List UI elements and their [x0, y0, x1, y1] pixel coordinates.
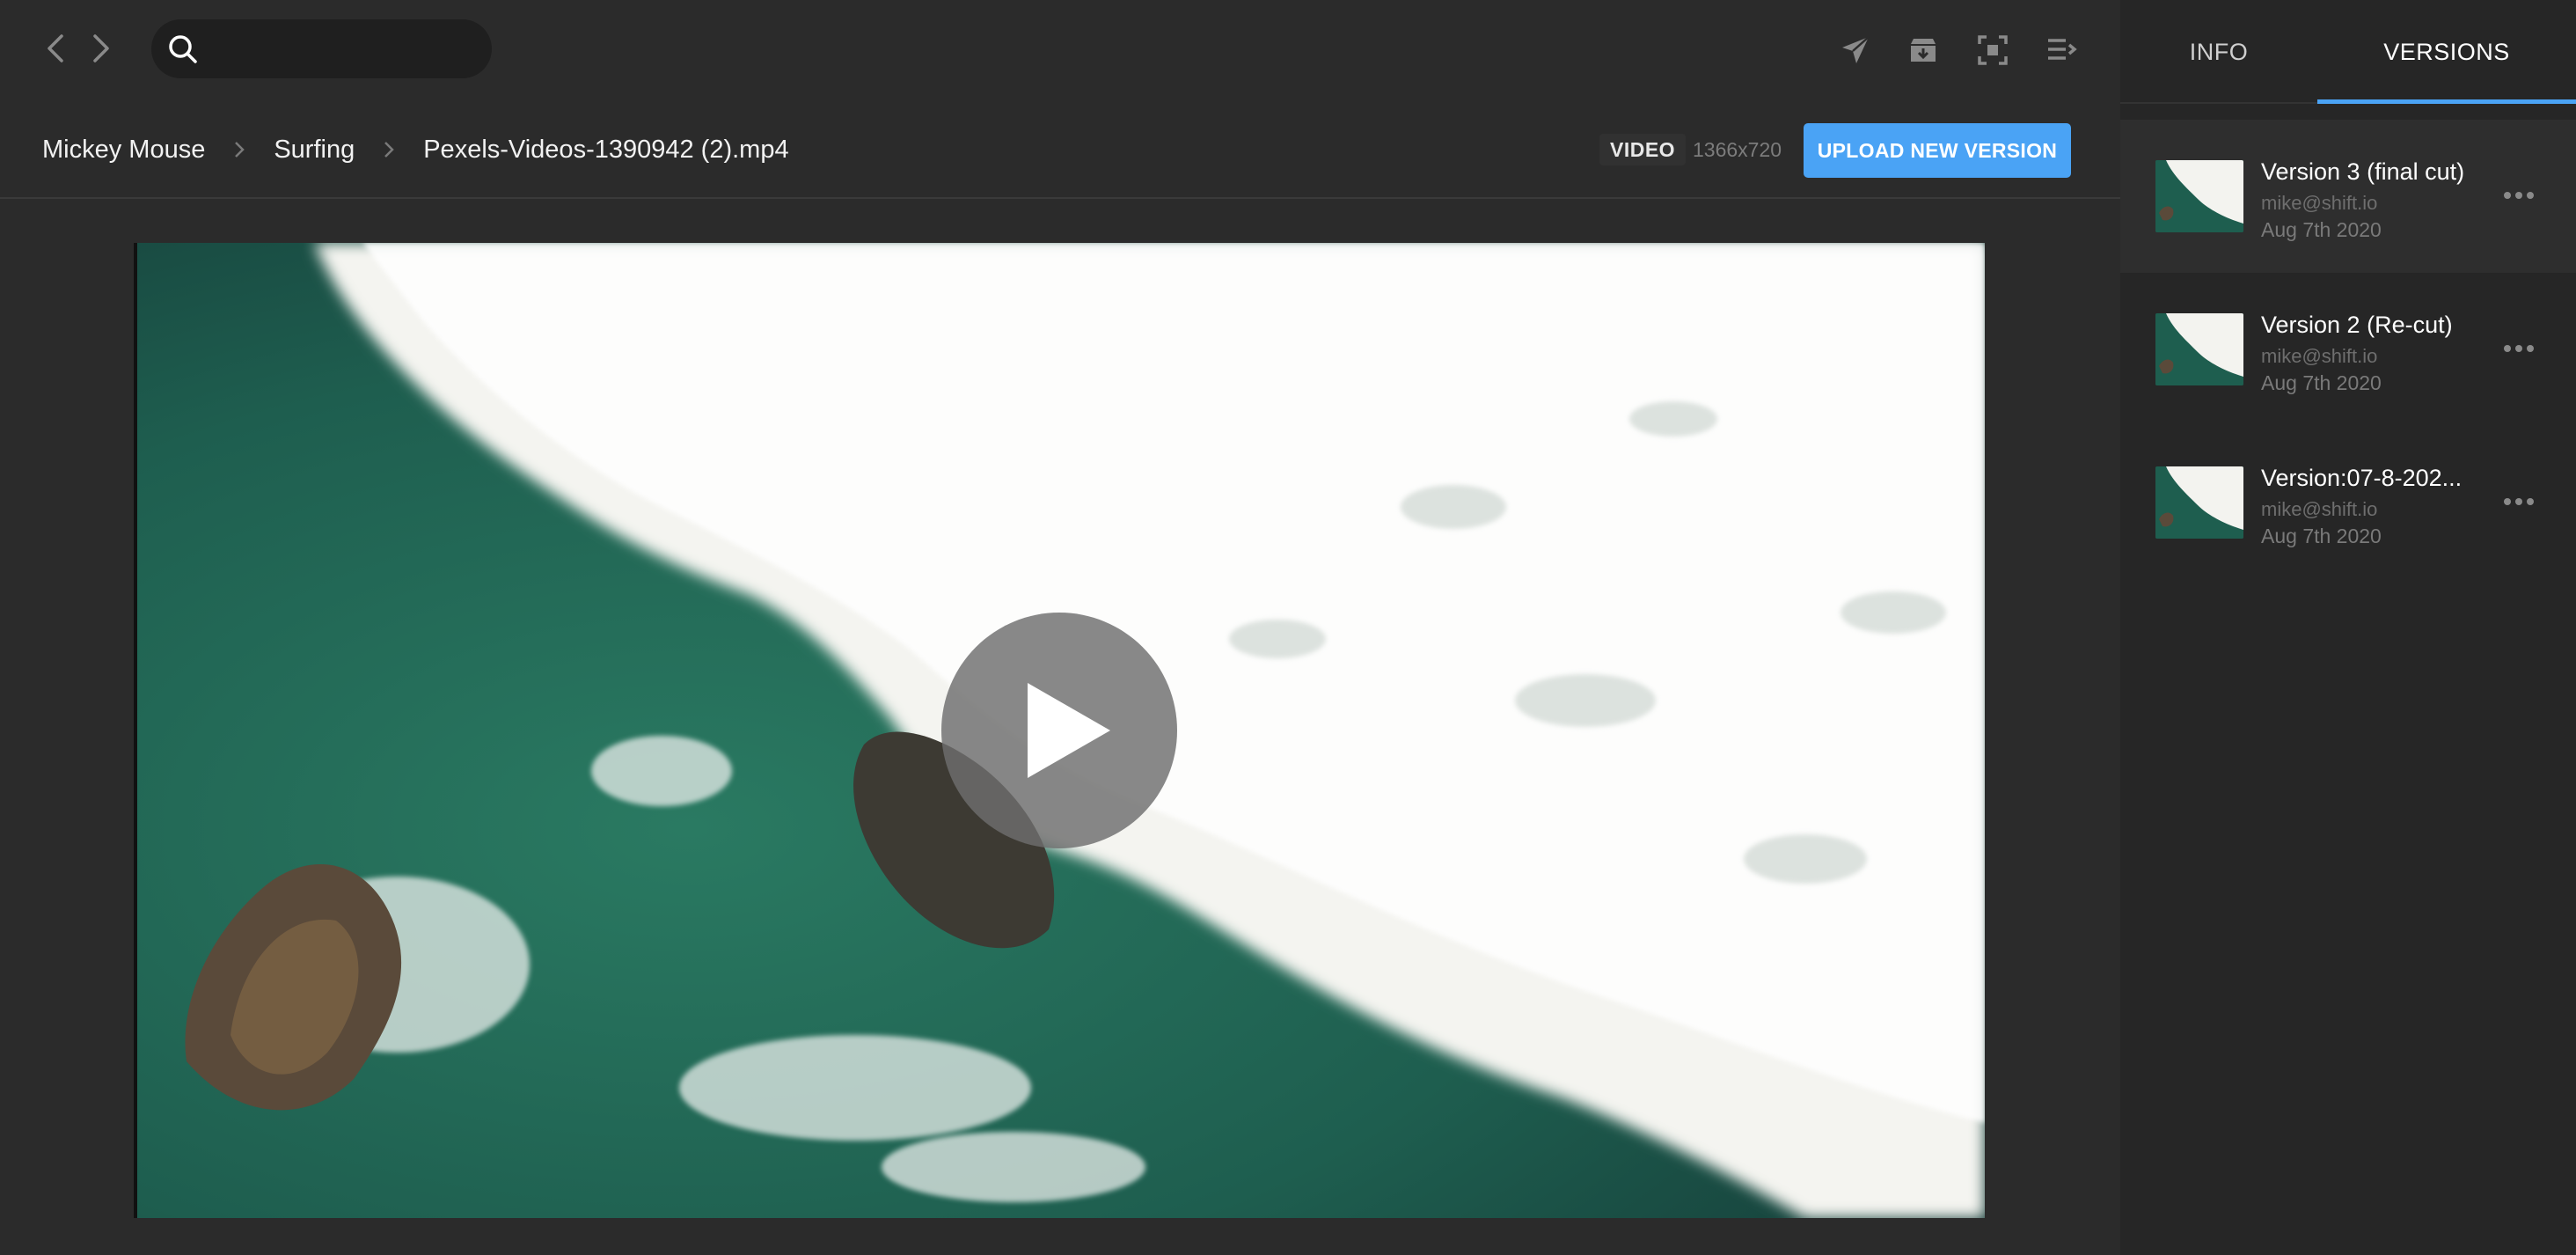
side-panel: INFO VERSIONS Version 3 (final cut) mike… [2120, 0, 2576, 1255]
active-tab-indicator [2317, 99, 2576, 104]
upload-new-version-button[interactable]: UPLOAD NEW VERSION [1804, 123, 2071, 178]
version-thumbnail [2155, 466, 2243, 539]
more-horizontal-icon [2504, 192, 2534, 199]
app-window: Mickey Mouse Surfing Pexels-Videos-13909… [0, 0, 2576, 1255]
version-date: Aug 7th 2020 [2261, 525, 2382, 547]
queue-button[interactable] [2041, 30, 2082, 70]
send-icon [1842, 36, 1870, 63]
breadcrumb-item-file: Pexels-Videos-1390942 (2).mp4 [423, 135, 789, 164]
version-date: Aug 7th 2020 [2261, 371, 2382, 394]
play-button[interactable] [941, 613, 1177, 848]
version-author: mike@shift.io [2261, 498, 2378, 520]
version-date: Aug 7th 2020 [2261, 218, 2382, 241]
version-author: mike@shift.io [2261, 192, 2378, 214]
chevron-right-icon [235, 142, 245, 158]
tab-versions[interactable]: VERSIONS [2317, 0, 2576, 104]
archive-button[interactable] [1903, 30, 1943, 70]
version-title: Version:07-8-202... [2261, 465, 2463, 491]
focus-icon [1978, 35, 2008, 65]
version-author: mike@shift.io [2261, 345, 2378, 367]
chevron-right-icon [384, 142, 394, 158]
chevron-left-icon [48, 34, 63, 62]
version-title: Version 2 (Re-cut) [2261, 312, 2453, 338]
list-icon [2048, 39, 2077, 60]
tab-divider [2120, 102, 2317, 104]
more-horizontal-icon [2504, 498, 2534, 505]
version-item[interactable]: Version 3 (final cut) mike@shift.io Aug … [2120, 120, 2576, 273]
archive-icon [1911, 39, 1936, 62]
more-horizontal-icon [2504, 345, 2534, 352]
version-title: Version 3 (final cut) [2261, 158, 2465, 185]
media-type-badge: VIDEO [1599, 134, 1687, 165]
more-options-button[interactable] [2497, 484, 2541, 519]
share-button[interactable] [1835, 30, 1876, 70]
search-input[interactable] [215, 30, 474, 68]
breadcrumb-item-project[interactable]: Mickey Mouse [42, 136, 205, 165]
chevron-right-icon [93, 34, 109, 62]
play-icon [1028, 683, 1110, 778]
fullscreen-button[interactable] [1972, 30, 2013, 70]
tab-info[interactable]: INFO [2120, 0, 2317, 104]
breadcrumb-bar: Mickey Mouse Surfing Pexels-Videos-13909… [0, 99, 2120, 199]
more-options-button[interactable] [2497, 178, 2541, 213]
back-button[interactable] [33, 26, 77, 70]
media-dimensions: 1366x720 [1693, 137, 1782, 161]
video-player[interactable] [134, 243, 1985, 1218]
version-thumbnail [2155, 160, 2243, 232]
breadcrumb: Mickey Mouse Surfing Pexels-Videos-13909… [42, 132, 789, 167]
forward-button[interactable] [79, 26, 123, 70]
version-item[interactable]: Version:07-8-202... mike@shift.io Aug 7t… [2120, 426, 2576, 579]
search-box[interactable] [151, 19, 492, 78]
main-area: Mickey Mouse Surfing Pexels-Videos-13909… [0, 0, 2120, 1255]
version-item[interactable]: Version 2 (Re-cut) mike@shift.io Aug 7th… [2120, 273, 2576, 426]
breadcrumb-item-folder[interactable]: Surfing [274, 136, 355, 165]
search-icon [169, 35, 197, 63]
panel-tabs: INFO VERSIONS [2120, 0, 2576, 104]
version-thumbnail [2155, 313, 2243, 385]
more-options-button[interactable] [2497, 331, 2541, 366]
top-toolbar [0, 0, 2120, 99]
